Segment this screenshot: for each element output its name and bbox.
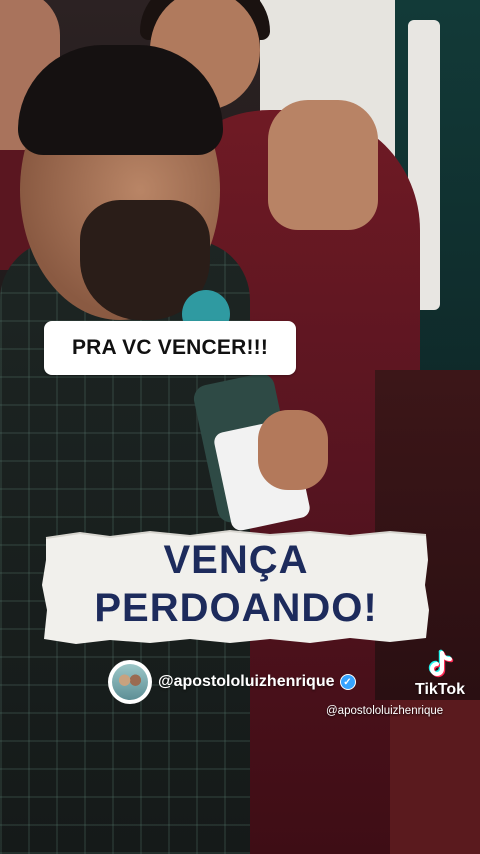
tiktok-watermark: TikTok — [400, 648, 480, 699]
creator-profile[interactable]: @apostololuizhenrique ✓ — [108, 659, 356, 705]
caption-text: PRA VC VENCER!!! — [71, 336, 269, 359]
creator-handle[interactable]: @apostololuizhenrique — [158, 673, 335, 691]
verified-badge-icon: ✓ — [339, 674, 356, 690]
holding-hand — [258, 410, 328, 490]
banner-line-1: VENÇA — [163, 538, 309, 582]
caption-bubble: PRA VC VENCER!!! — [44, 321, 296, 375]
avatar[interactable] — [108, 660, 152, 704]
banner-line-2: PERDOANDO! — [94, 586, 378, 630]
video-frame[interactable]: PRA VC VENCER!!! VENÇA PERDOANDO! @apost… — [0, 0, 480, 854]
title-banner: VENÇA PERDOANDO! — [40, 530, 432, 645]
raised-hand — [268, 100, 378, 230]
watermark-handle: @apostololuizhenrique — [326, 705, 444, 717]
tiktok-wordmark: TikTok — [414, 681, 466, 698]
tiktok-logo-icon — [423, 648, 457, 682]
avatar-photo — [112, 664, 148, 700]
floor — [390, 700, 480, 854]
